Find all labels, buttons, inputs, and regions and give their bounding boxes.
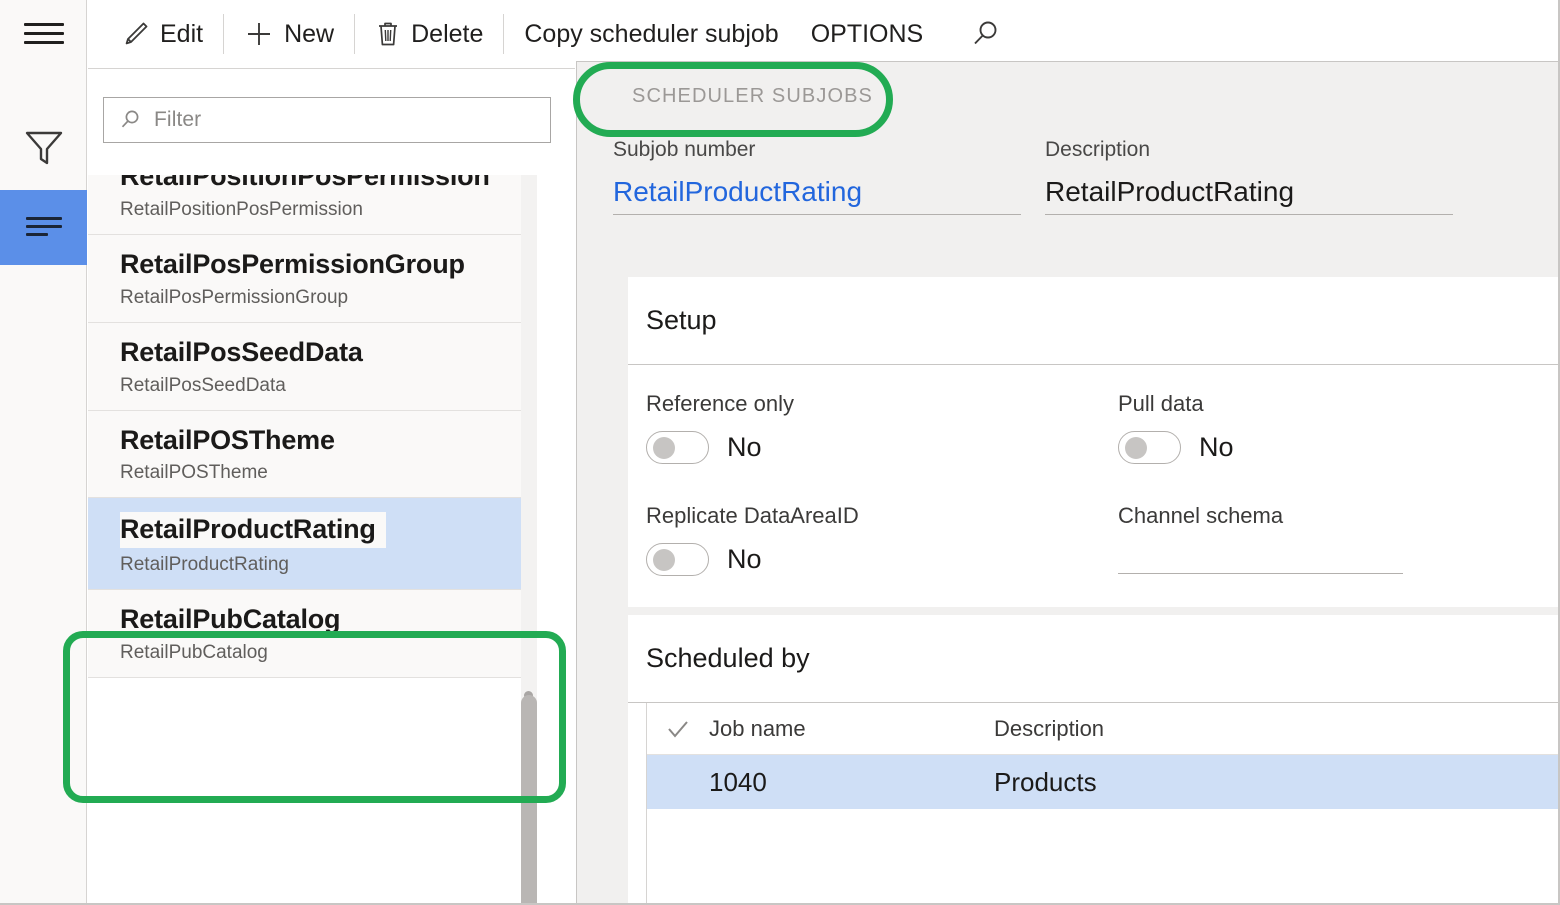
pull-data-label: Pull data xyxy=(1118,391,1234,417)
list-item-title: RetailPosSeedData xyxy=(120,337,528,369)
copy-scheduler-subjob-label: Copy scheduler subjob xyxy=(524,20,778,49)
options-label: OPTIONS xyxy=(811,20,924,49)
rail-filter-button[interactable] xyxy=(0,110,87,185)
list-item[interactable]: RetailPosPermissionGroup RetailPosPermiss… xyxy=(88,235,528,323)
tab-scheduler-subjobs[interactable]: SCHEDULER SUBJOBS xyxy=(632,85,873,108)
list-item[interactable]: RetailPosSeedData RetailPosSeedData xyxy=(88,323,528,411)
hamburger-menu-button[interactable] xyxy=(0,0,87,68)
channel-schema-input[interactable] xyxy=(1118,573,1403,574)
table-row[interactable]: 1040 Products xyxy=(647,755,1560,809)
list-scrollbar-thumb[interactable] xyxy=(521,695,537,905)
replicate-dataareaid-value: No xyxy=(727,544,762,575)
scheduled-by-grid: Job name Description 1040 Products xyxy=(646,703,1560,903)
list-item-subtitle: RetailPubCatalog xyxy=(120,642,528,664)
list-item-title: RetailPosPermissionGroup xyxy=(120,249,528,281)
delete-button[interactable]: Delete xyxy=(359,0,499,68)
plus-icon xyxy=(244,19,274,49)
pull-data-value: No xyxy=(1199,432,1234,463)
list-item-title: RetailPositionPosPermission xyxy=(120,175,528,193)
pull-data-toggle[interactable] xyxy=(1118,431,1181,464)
header-fields: Subjob number RetailProductRating Descri… xyxy=(577,130,1560,215)
filter-container: Filter xyxy=(88,69,575,159)
new-button[interactable]: New xyxy=(228,0,350,68)
cell-job-name: 1040 xyxy=(709,767,994,798)
list-lines-icon xyxy=(26,217,62,239)
subjob-list-pane: Filter RetailPositionPosPermissionRetail… xyxy=(88,68,575,905)
list-item-title: RetailPubCatalog xyxy=(120,604,528,636)
reference-only-label: Reference only xyxy=(646,391,794,417)
options-button[interactable]: OPTIONS xyxy=(795,0,940,68)
setup-fields: Reference only No Pull data No Replicate… xyxy=(628,365,1560,605)
list-item-subtitle: RetailProductRating xyxy=(120,554,528,576)
check-icon xyxy=(665,718,691,740)
filter-input[interactable]: Filter xyxy=(103,97,551,143)
column-header-job-name[interactable]: Job name xyxy=(709,716,994,742)
search-icon xyxy=(969,18,1001,50)
setup-title: Setup xyxy=(646,305,717,336)
channel-schema-label: Channel schema xyxy=(1118,503,1408,529)
tab-strip: SCHEDULER SUBJOBS xyxy=(577,62,1560,130)
edit-button[interactable]: Edit xyxy=(106,0,219,68)
toggle-knob xyxy=(1125,437,1147,459)
pull-data-field: Pull data No xyxy=(1118,391,1234,464)
select-all-header[interactable] xyxy=(647,718,709,740)
search-icon xyxy=(118,108,142,132)
reference-only-value: No xyxy=(727,432,762,463)
pencil-icon xyxy=(122,20,150,48)
delete-button-label: Delete xyxy=(411,20,483,49)
toolbar-divider-2 xyxy=(354,14,355,54)
list-item-subtitle: RetailPositionPosPermission xyxy=(120,199,528,221)
list-item-subtitle: RetailPosPermissionGroup xyxy=(120,287,528,309)
description-field: Description RetailProductRating xyxy=(1045,138,1453,215)
subjob-number-value[interactable]: RetailProductRating xyxy=(613,176,1021,215)
list-item-title: RetailProductRating xyxy=(120,512,528,548)
toolbar-search-button[interactable] xyxy=(939,0,1021,68)
description-label: Description xyxy=(1045,138,1453,162)
funnel-icon xyxy=(24,129,64,167)
hamburger-icon xyxy=(24,22,64,46)
channel-schema-field: Channel schema xyxy=(1118,503,1408,574)
toolbar-divider-3 xyxy=(503,14,504,54)
rail-list-button[interactable] xyxy=(0,190,87,265)
new-button-label: New xyxy=(284,20,334,49)
edit-button-label: Edit xyxy=(160,20,203,49)
list-item[interactable]: RetailPositionPosPermission RetailPositio… xyxy=(88,175,528,235)
description-value[interactable]: RetailProductRating xyxy=(1045,176,1453,215)
filter-placeholder: Filter xyxy=(154,108,201,132)
replicate-dataareaid-toggle[interactable] xyxy=(646,543,709,576)
reference-only-toggle[interactable] xyxy=(646,431,709,464)
subjob-number-field: Subjob number RetailProductRating xyxy=(613,138,1021,215)
cell-description: Products xyxy=(994,767,1097,798)
setup-card: Setup Reference only No Pull data No Rep… xyxy=(628,277,1560,607)
grid-header-row: Job name Description xyxy=(647,703,1560,755)
command-toolbar: Edit New Delete Copy scheduler subjob OP… xyxy=(88,0,1560,68)
subjob-number-label: Subjob number xyxy=(613,138,1021,162)
list-item[interactable]: RetailPOSTheme RetailPOSTheme xyxy=(88,411,528,499)
list-item[interactable]: RetailProductRating RetailProductRating xyxy=(88,498,528,590)
copy-scheduler-subjob-button[interactable]: Copy scheduler subjob xyxy=(508,0,794,68)
subjob-list[interactable]: RetailPositionPosPermission RetailPositio… xyxy=(88,175,575,905)
list-item-title-text: RetailProductRating xyxy=(120,512,386,548)
list-item-subtitle: RetailPOSTheme xyxy=(120,462,528,484)
list-item-subtitle: RetailPosSeedData xyxy=(120,375,528,397)
scheduled-by-title: Scheduled by xyxy=(646,643,810,674)
toggle-knob xyxy=(653,437,675,459)
column-header-description[interactable]: Description xyxy=(994,716,1104,742)
scheduled-by-card: Scheduled by Job name Description 1040 P… xyxy=(628,615,1560,905)
list-item-title: RetailPOSTheme xyxy=(120,425,528,457)
replicate-dataareaid-label: Replicate DataAreaID xyxy=(646,503,859,529)
reference-only-field: Reference only No xyxy=(646,391,794,464)
trash-icon xyxy=(375,20,401,48)
app-window: Edit New Delete Copy scheduler subjob OP… xyxy=(0,0,1560,905)
list-item[interactable]: RetailPubCatalog RetailPubCatalog xyxy=(88,590,528,678)
toolbar-divider xyxy=(223,14,224,54)
toggle-knob xyxy=(653,549,675,571)
replicate-dataareaid-field: Replicate DataAreaID No xyxy=(646,503,859,576)
setup-card-header[interactable]: Setup xyxy=(628,277,1560,365)
left-rail xyxy=(0,0,87,905)
scheduled-by-header[interactable]: Scheduled by xyxy=(628,615,1560,703)
